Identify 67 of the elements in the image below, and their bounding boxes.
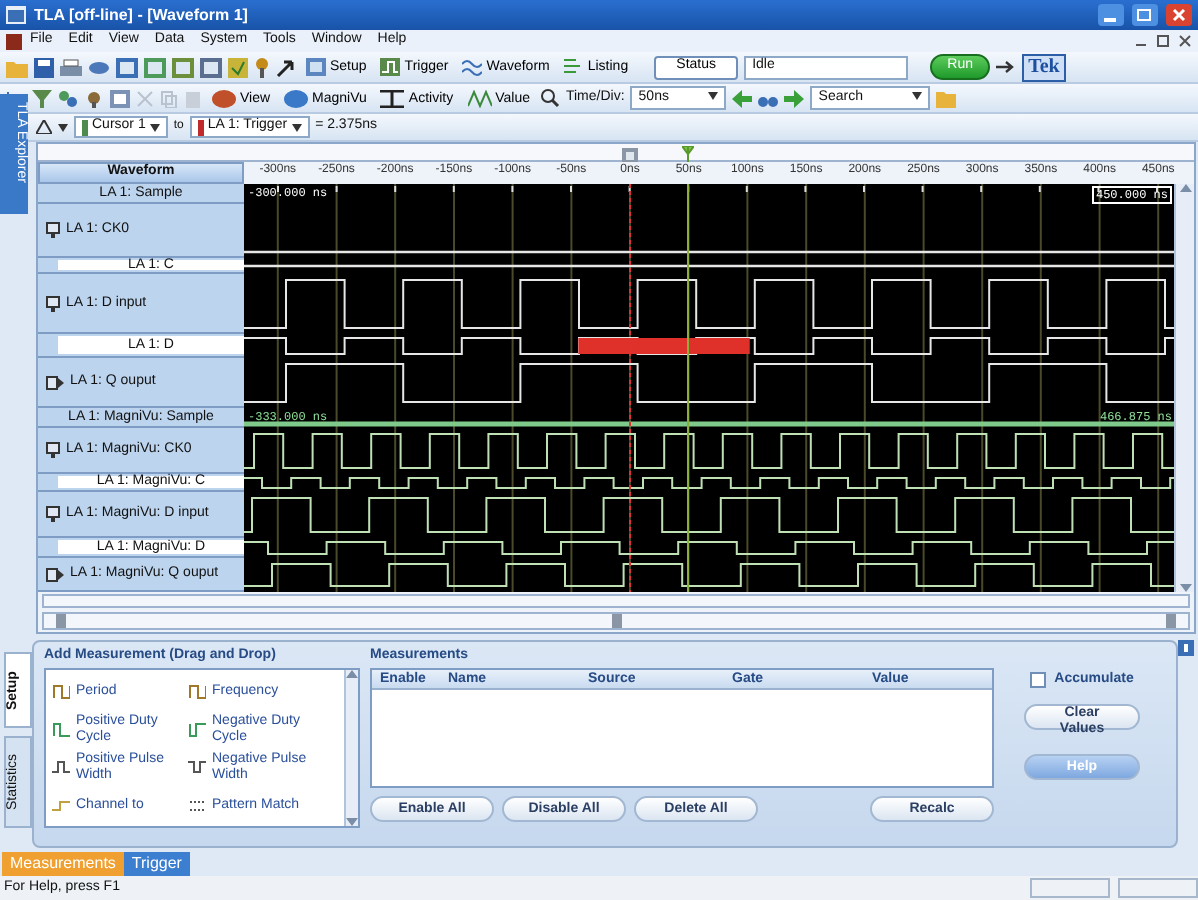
- help-icon[interactable]: [1178, 640, 1194, 656]
- arrow-icon: [996, 60, 1017, 74]
- cursor-marker-icon[interactable]: [682, 146, 695, 166]
- probe-icon: [46, 442, 60, 459]
- down-arrow-icon[interactable]: [346, 818, 358, 827]
- zigzag-icon: [467, 89, 492, 107]
- zoom-icon[interactable]: [539, 88, 560, 108]
- window-icon[interactable]: [144, 57, 166, 77]
- close-icon[interactable]: [1166, 4, 1192, 26]
- trigger-icon: [380, 58, 401, 76]
- print-icon[interactable]: [60, 57, 82, 77]
- wave-icon: [462, 58, 483, 76]
- caret-icon[interactable]: [912, 92, 923, 101]
- probe-icon[interactable]: [84, 89, 104, 107]
- caret-icon[interactable]: [58, 123, 68, 131]
- window-icon[interactable]: [172, 57, 194, 77]
- thumb-icon[interactable]: [611, 614, 621, 628]
- scrollbar[interactable]: [42, 594, 1190, 608]
- down-arrow-icon[interactable]: [1179, 584, 1191, 593]
- save-icon[interactable]: [34, 57, 54, 77]
- window-title: TLA [off-line] - [Waveform 1]: [34, 5, 248, 25]
- logo: Tek: [1022, 53, 1066, 81]
- panel-tab[interactable]: Trigger: [123, 852, 190, 876]
- filter-icon[interactable]: [32, 89, 52, 107]
- output-icon: [46, 375, 64, 390]
- scrollbar[interactable]: [1174, 184, 1194, 593]
- cursor-line[interactable]: [628, 184, 632, 593]
- app-menu-icon[interactable]: [6, 33, 22, 49]
- output-icon: [46, 567, 64, 582]
- probe-icon: [46, 506, 60, 523]
- minimize-icon[interactable]: [1098, 4, 1124, 26]
- up-arrow-icon[interactable]: [1179, 184, 1191, 193]
- close-icon[interactable]: [1178, 34, 1192, 48]
- pointer-icon[interactable]: [276, 57, 296, 77]
- thumb-icon[interactable]: [56, 614, 66, 628]
- thumb-icon[interactable]: [1166, 614, 1176, 628]
- lens-icon: [284, 89, 309, 107]
- left-arrow-icon[interactable]: [732, 89, 753, 107]
- probe-icon: [46, 222, 60, 239]
- probe-icon[interactable]: [254, 57, 270, 77]
- list-icon: [563, 58, 584, 76]
- ibeam-icon: [380, 89, 405, 107]
- group-icon[interactable]: [58, 89, 78, 107]
- caret-icon[interactable]: [291, 123, 302, 131]
- disk-icon[interactable]: [88, 57, 110, 77]
- window-icon[interactable]: [116, 57, 138, 77]
- window-icon[interactable]: [110, 89, 130, 107]
- window-icon[interactable]: [200, 57, 222, 77]
- caret-icon[interactable]: [708, 92, 719, 101]
- restore-icon[interactable]: [1132, 4, 1158, 26]
- status-pane: [1030, 878, 1110, 898]
- scrollbar[interactable]: [42, 612, 1190, 630]
- cursor-line[interactable]: [686, 184, 691, 593]
- probe-icon: [46, 295, 60, 312]
- eye-icon: [212, 89, 236, 107]
- caret-icon[interactable]: [149, 123, 160, 131]
- scrollbar[interactable]: [344, 670, 358, 827]
- triangle-icon[interactable]: [36, 120, 52, 134]
- restore-icon[interactable]: [1156, 34, 1170, 48]
- right-arrow-icon[interactable]: [784, 89, 805, 107]
- cursor-icon: [82, 119, 88, 135]
- up-arrow-icon[interactable]: [346, 670, 358, 679]
- setup-icon: [306, 58, 326, 76]
- cursor-icon: [197, 119, 204, 135]
- app-icon: [6, 6, 26, 24]
- status-pane: [1118, 878, 1198, 898]
- checkbox[interactable]: [1030, 672, 1047, 689]
